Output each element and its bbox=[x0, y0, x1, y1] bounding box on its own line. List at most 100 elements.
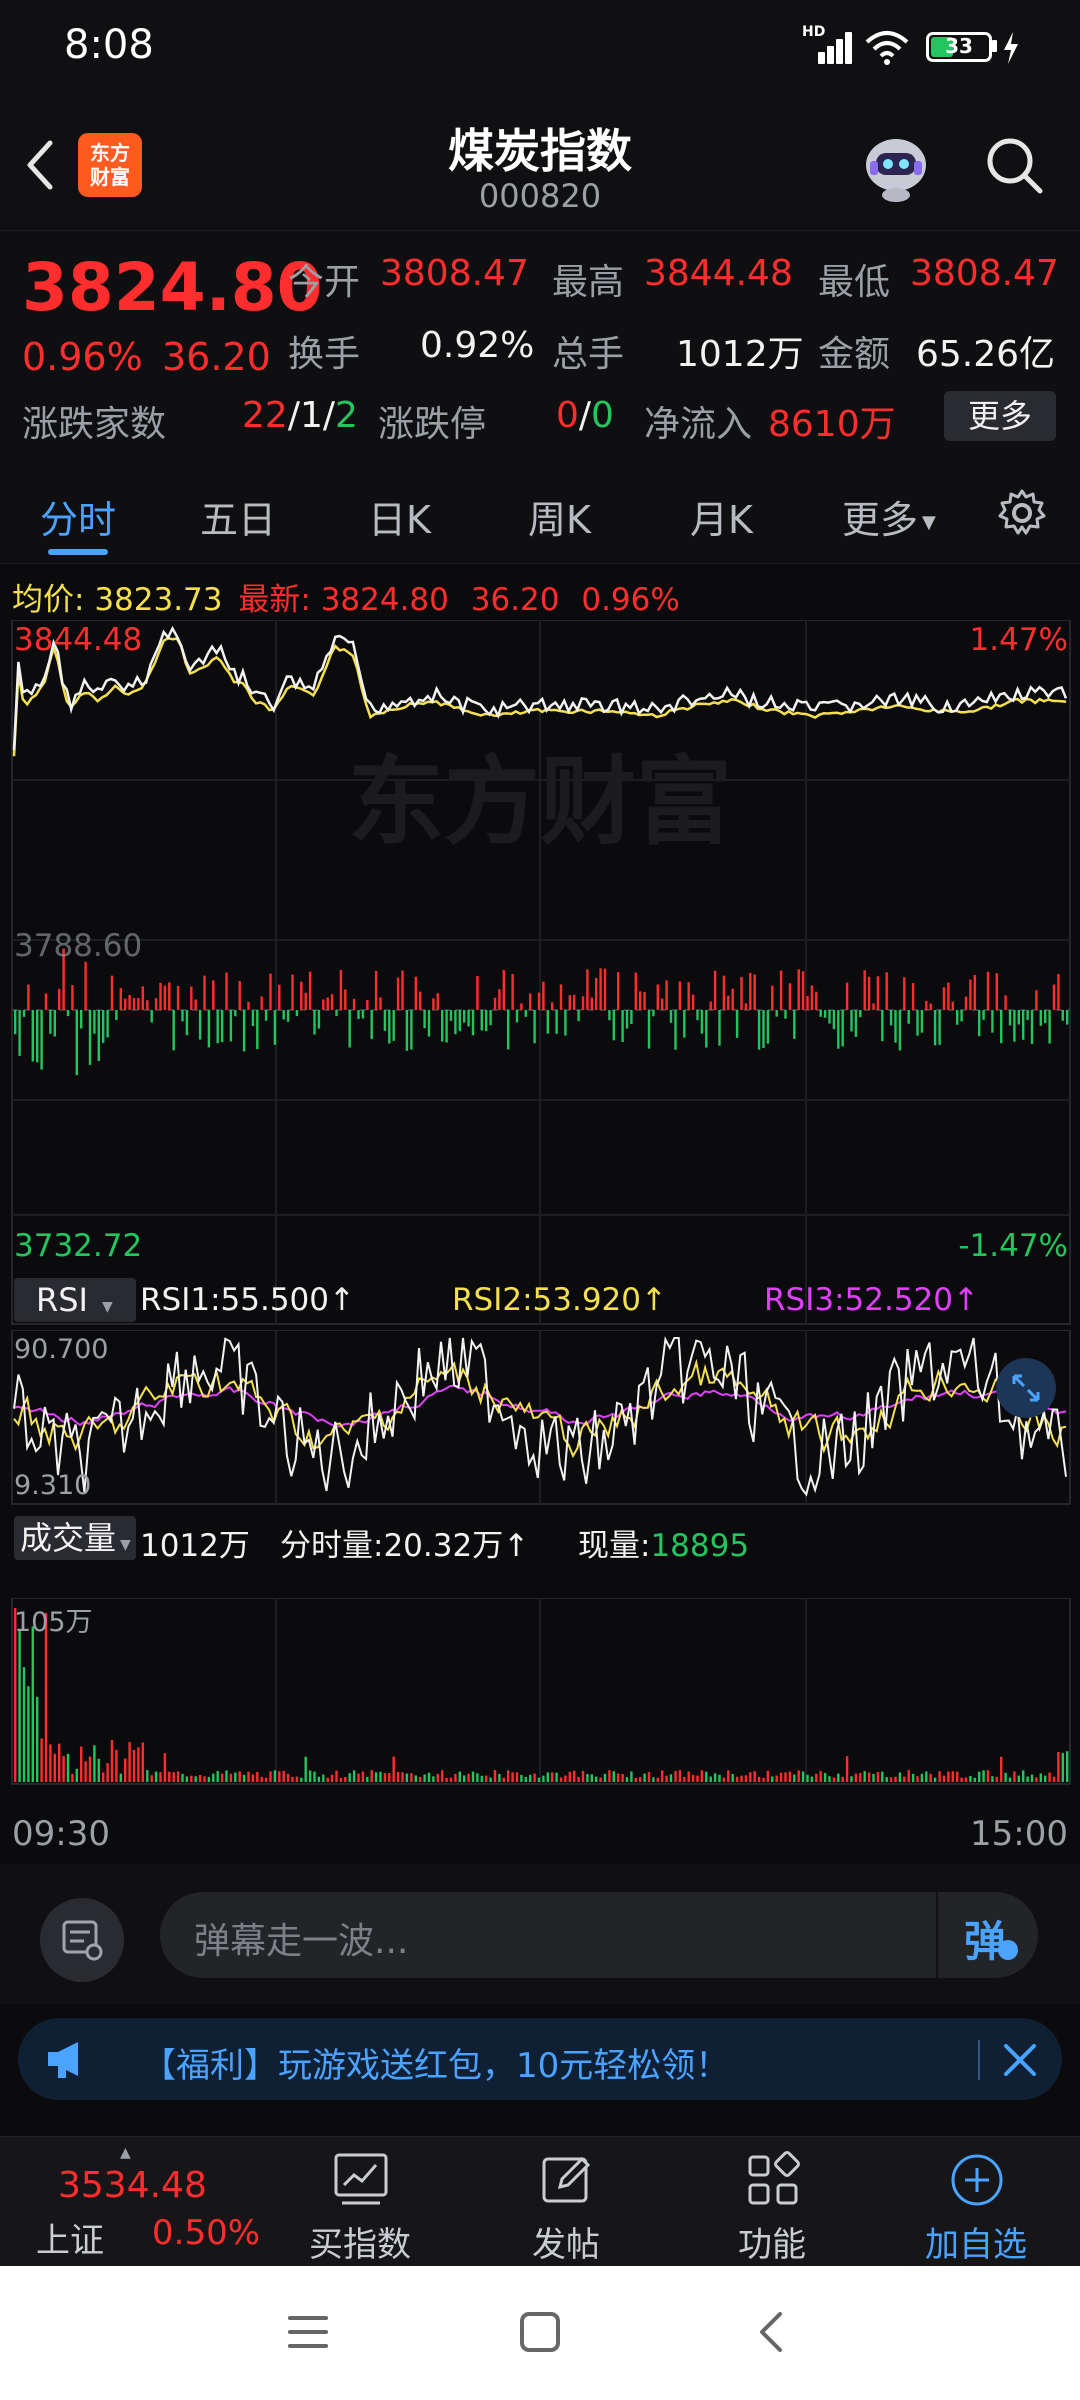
flow-bar bbox=[405, 1010, 409, 1051]
close-icon[interactable] bbox=[998, 2038, 1042, 2082]
volume-bar bbox=[1026, 1776, 1029, 1782]
flow-bar bbox=[330, 994, 334, 1010]
volume-bar bbox=[216, 1771, 219, 1782]
buy-index-button[interactable]: 买指数 bbox=[290, 2137, 430, 2267]
flow-bar bbox=[1000, 1010, 1003, 1044]
check-badge-icon bbox=[998, 1940, 1018, 1960]
volume-bar bbox=[687, 1771, 690, 1782]
post-button[interactable]: 发帖 bbox=[496, 2137, 636, 2267]
open-value: 3808.47 bbox=[380, 253, 529, 294]
volume-bar bbox=[863, 1771, 866, 1782]
volume-bar bbox=[352, 1770, 356, 1782]
volume-bar bbox=[722, 1777, 726, 1782]
indicator-selector-rsi[interactable]: RSI ▼ bbox=[14, 1278, 136, 1322]
volume-bar bbox=[220, 1773, 224, 1782]
flow-bar bbox=[203, 975, 206, 1010]
volume-bar bbox=[300, 1777, 303, 1782]
tab-monthly-k[interactable]: 月K bbox=[690, 489, 753, 544]
grid-apps-icon bbox=[748, 2151, 800, 2205]
flow-bar bbox=[647, 1010, 651, 1049]
home-square-icon[interactable] bbox=[518, 2310, 562, 2354]
flow-bar bbox=[313, 1010, 316, 1035]
volume-chart[interactable] bbox=[0, 1598, 1080, 1798]
more-info-button[interactable]: 更多 bbox=[944, 391, 1056, 441]
settings-gear-icon[interactable] bbox=[996, 487, 1048, 539]
volume-bar bbox=[313, 1771, 316, 1782]
volume-bar bbox=[766, 1770, 770, 1782]
flow-bar bbox=[603, 968, 607, 1010]
volume-bar bbox=[727, 1770, 730, 1782]
volume-bar bbox=[872, 1773, 875, 1782]
volume-bar bbox=[951, 1771, 954, 1782]
search-icon[interactable] bbox=[980, 131, 1050, 201]
volume-max-label: 105万 bbox=[14, 1607, 93, 1638]
volume-bar bbox=[1030, 1774, 1034, 1782]
volume-bar bbox=[454, 1773, 457, 1782]
volume-bar bbox=[546, 1772, 549, 1782]
danmaku-send-button[interactable]: 弹 bbox=[936, 1892, 1038, 1978]
flow-bar bbox=[705, 1010, 708, 1048]
volume-bar bbox=[634, 1778, 637, 1782]
shanghai-index-ticker[interactable]: ▲ 3534.48 上证 0.50% bbox=[0, 2137, 260, 2267]
volume-bar bbox=[577, 1776, 580, 1782]
tab-weekly-k[interactable]: 周K bbox=[528, 489, 591, 544]
flow-bar bbox=[467, 1010, 470, 1027]
volume-bar bbox=[71, 1773, 74, 1782]
flow-bar bbox=[766, 1010, 770, 1044]
features-button[interactable]: 功能 bbox=[702, 2137, 842, 2267]
volume-bar bbox=[1000, 1756, 1003, 1782]
volume-bar bbox=[771, 1776, 774, 1782]
current-price: 3824.80 bbox=[22, 249, 323, 326]
volume-bar bbox=[978, 1771, 981, 1782]
flow-bar bbox=[137, 998, 140, 1010]
volume-bar bbox=[1013, 1771, 1016, 1782]
volume-bar bbox=[1004, 1772, 1007, 1782]
volume-bar bbox=[894, 1776, 897, 1782]
intraday-price-chart[interactable]: 东方财富 bbox=[0, 620, 1080, 1330]
indicator-selector-volume[interactable]: 成交量 ▼ bbox=[14, 1516, 136, 1560]
volume-bar bbox=[97, 1758, 100, 1782]
flow-bar bbox=[784, 1010, 787, 1019]
flow-bar bbox=[665, 980, 668, 1010]
menu-icon[interactable] bbox=[286, 2312, 330, 2352]
flow-bar bbox=[128, 995, 131, 1010]
flow-bar bbox=[867, 976, 871, 1010]
volume-bar bbox=[458, 1771, 461, 1782]
tab-five-day[interactable]: 五日 bbox=[200, 489, 276, 544]
volume-bar bbox=[260, 1776, 263, 1782]
tab-intraday[interactable]: 分时 bbox=[40, 489, 116, 544]
flow-bar bbox=[925, 1001, 928, 1010]
volume-bar bbox=[599, 1777, 602, 1782]
flow-bar bbox=[75, 1010, 78, 1076]
volume-bar bbox=[683, 1776, 686, 1782]
volume-bar bbox=[476, 1773, 479, 1782]
flow-bar bbox=[322, 999, 325, 1010]
robot-assistant-icon[interactable] bbox=[856, 125, 936, 205]
rsi-chart[interactable] bbox=[0, 1330, 1080, 1508]
flow-bar bbox=[894, 1010, 897, 1043]
add-watchlist-button[interactable]: 加自选 bbox=[906, 2137, 1046, 2267]
tab-daily-k[interactable]: 日K bbox=[368, 489, 431, 544]
flow-bar bbox=[691, 994, 695, 1010]
volume-bar bbox=[788, 1771, 792, 1782]
flow-bar bbox=[392, 1010, 395, 1041]
flow-bar bbox=[722, 975, 726, 1010]
volume-bar bbox=[740, 1775, 743, 1782]
features-label: 功能 bbox=[738, 2225, 806, 2265]
flow-bar bbox=[489, 1010, 492, 1026]
promo-banner[interactable]: 【福利】玩游戏送红包，10元轻松领！ bbox=[18, 2018, 1062, 2100]
flow-bar bbox=[172, 1010, 175, 1051]
danmaku-input[interactable]: 弹幕走一波... 弹 bbox=[160, 1892, 1038, 1978]
flow-bar bbox=[291, 974, 294, 1010]
flow-bar bbox=[366, 999, 369, 1010]
tab-more[interactable]: 更多 ▼ bbox=[842, 489, 936, 544]
volume-bar bbox=[238, 1771, 241, 1782]
volume-bar bbox=[115, 1749, 118, 1782]
danmaku-list-button[interactable] bbox=[40, 1898, 124, 1982]
danmaku-send-label: 弹 bbox=[964, 1917, 1007, 1966]
back-triangle-icon[interactable] bbox=[752, 2310, 792, 2354]
volume-bar bbox=[947, 1771, 950, 1782]
volume-bar bbox=[1022, 1770, 1025, 1782]
volume-bar bbox=[36, 1696, 39, 1782]
flow-bar bbox=[370, 1010, 373, 1040]
